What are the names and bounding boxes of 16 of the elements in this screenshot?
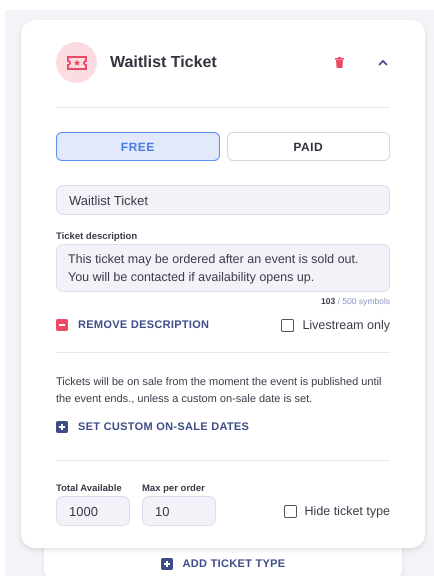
character-count: 103 / 500 symbols <box>320 296 390 306</box>
field-label: Max per order <box>142 483 206 494</box>
ticket-title: Waitlist Ticket <box>110 54 218 72</box>
field-label: Total Available <box>56 483 123 494</box>
description-field[interactable]: This ticket may be ordered after an event is sold out. You will be contacted if availability opens up. <box>56 244 390 292</box>
ticket-name-field[interactable]: Waitlist Ticket <box>56 185 390 215</box>
add-ticket-type-button[interactable]: ADD TICKET TYPE <box>154 557 292 571</box>
total-available-field[interactable]: 1000 <box>56 496 130 526</box>
remove-description-link[interactable]: REMOVE DESCRIPTION <box>56 319 210 331</box>
checkbox-label: Livestream only <box>302 318 390 332</box>
pricing-tab[interactable]: PAID <box>226 132 390 161</box>
checkbox-label: Hide ticket type <box>304 504 390 518</box>
sale-note: Tickets will be on sale from the moment the event is published until the event ends., unless a custom on-sale date is set. <box>56 375 382 407</box>
custom-dates-link[interactable]: SET CUSTOM ON-SALE DATES <box>56 421 250 433</box>
max-per-order-field[interactable]: 10 <box>142 496 216 526</box>
field-label: Ticket description <box>56 231 138 242</box>
